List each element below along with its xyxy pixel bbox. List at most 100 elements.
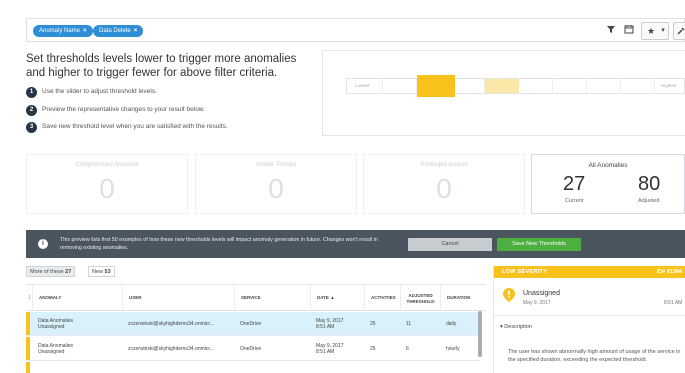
current-label: Current — [565, 198, 584, 204]
column-user[interactable]: USER — [122, 285, 234, 311]
severity-indicator — [26, 362, 30, 373]
card-value: 0 — [99, 173, 115, 204]
threshold-slider-handle[interactable] — [417, 75, 455, 97]
calendar-icon[interactable] — [621, 23, 637, 39]
tab-new[interactable]: New 53 — [88, 266, 115, 277]
close-icon[interactable]: × — [83, 28, 87, 34]
cell-threshold: 11 — [406, 320, 412, 327]
severity-label: LOW SEVERITY — [502, 269, 548, 275]
severity-indicator — [26, 337, 30, 360]
slider-segment — [451, 79, 485, 93]
cell-service: OneDrive — [240, 320, 262, 327]
slider-segment — [519, 79, 553, 93]
detail-header: LOW SEVERITY ID# 41984 — [494, 266, 685, 278]
tab-count: 27 — [65, 269, 72, 275]
close-icon[interactable]: × — [134, 28, 138, 34]
slider-segment — [621, 79, 655, 93]
cell-user: zczerwinski@skyhighdemo34.onmicr... — [128, 320, 214, 327]
step-number: 3 — [26, 121, 37, 133]
instruction-step-2: 2 Preview the representative changes to y… — [26, 104, 205, 116]
anomaly-id: ID# 41984 — [656, 269, 682, 275]
instruction-step-3: 3 Save new threshold level when you are s… — [26, 121, 228, 133]
cell-user: zczerwinski@skyhighdemo34.onmicr... — [128, 345, 214, 352]
detail-time: 8:51 AM — [664, 300, 683, 306]
threshold-preview-page: Anomaly Name × Data Delete × ★ ▾ Set thres… — [0, 0, 685, 373]
time-value: 8:51 AM — [316, 324, 335, 330]
table-header: ⋮ ANOMALY USER SERVICE DATE ▲ ACTIVITIES… — [26, 285, 486, 311]
banner-message: This preview lists first 50 examples of … — [60, 237, 378, 251]
favorites-dropdown[interactable]: ★ ▾ — [641, 22, 669, 40]
column-service[interactable]: SERVICE — [234, 285, 310, 311]
slider-segment — [553, 79, 587, 93]
cancel-button[interactable]: Cancel — [408, 238, 492, 251]
filter-icon[interactable] — [603, 23, 619, 39]
card-title: Compromised Accounts — [75, 162, 139, 168]
cell-duration: hourly — [446, 345, 460, 352]
chevron-down-icon: ▾ — [661, 27, 665, 34]
step-number: 2 — [26, 104, 37, 116]
card-all-anomalies[interactable]: All Anomalies 27 Current 80 Adjusted — [531, 154, 685, 214]
table-row[interactable]: Data Anomalies Unassigned zczerwinski@sk… — [26, 337, 480, 361]
adjusted-label: Adjusted — [638, 198, 660, 204]
column-date-label: DATE — [317, 295, 329, 300]
cell-threshold: 6 — [406, 345, 409, 352]
adjusted-count: 80 — [638, 173, 661, 195]
detail-date: May 9, 2017 — [523, 300, 551, 306]
description-text: The user has shown abnormally high amoun… — [508, 349, 681, 363]
cell-activities: 25 — [370, 345, 376, 352]
instruction-step-1: 1 Use the slider to adjust threshold leve… — [26, 86, 157, 98]
card-insider-threats[interactable]: Insider Threats 0 — [195, 154, 357, 214]
column-duration[interactable]: DURATION — [440, 285, 480, 311]
time-value: 8:51 AM — [316, 349, 335, 355]
wrench-icon — [677, 27, 685, 35]
cell-service: OneDrive — [240, 345, 262, 352]
anomaly-status: Unassigned — [38, 349, 65, 355]
current-threshold-marker — [485, 79, 519, 93]
card-title: Privileged Access — [420, 162, 468, 168]
slider-low-label: Lowest — [355, 83, 370, 88]
info-icon: i — [38, 239, 48, 249]
filter-bar: Anomaly Name × Data Delete × ★ ▾ — [26, 18, 685, 42]
instructions-heading: Set thresholds levels lower to trigger m… — [26, 53, 297, 79]
step-text: Save new threshold level when you are sa… — [42, 123, 228, 130]
filter-chip-data-delete[interactable]: Data Delete × — [93, 25, 144, 37]
cell-date: May 9, 2017 8:51 AM — [310, 337, 364, 361]
cell-date: May 9, 2017 8:51 AM — [310, 312, 364, 336]
column-anomaly[interactable]: ANOMALY — [32, 285, 122, 311]
tab-count: 53 — [104, 269, 111, 275]
anomaly-preview-table: ⋮ ANOMALY USER SERVICE DATE ▲ ACTIVITIES… — [26, 284, 486, 373]
tab-label: New — [92, 269, 104, 275]
description-label: Description — [504, 324, 532, 330]
cell-duration: daily — [446, 320, 457, 327]
warning-pin-icon — [503, 288, 515, 302]
current-count: 27 — [563, 173, 586, 195]
card-value: 0 — [268, 173, 284, 204]
card-privileged-access[interactable]: Privileged Access 0 — [363, 154, 525, 214]
step-number: 1 — [26, 86, 37, 98]
tab-more-of-these[interactable]: More of these 27 — [26, 266, 76, 277]
column-activities[interactable]: ACTIVITIES — [364, 285, 400, 311]
slider-segment — [587, 79, 621, 93]
column-date[interactable]: DATE ▲ — [310, 285, 364, 311]
filter-chip-label: Anomaly Name — [39, 28, 81, 34]
card-title: Insider Threats — [256, 162, 296, 168]
slider-high-label: Highest — [661, 83, 677, 88]
step-text: Preview the representative changes to yo… — [42, 106, 205, 113]
column-threshold-label: THRESHOLD — [406, 299, 435, 304]
caret-down-icon: ▾ — [500, 324, 503, 330]
save-thresholds-button[interactable]: Save New Thresholds — [497, 238, 581, 251]
table-scrollbar[interactable] — [478, 311, 482, 357]
table-row[interactable] — [26, 362, 480, 373]
table-row[interactable]: Data Anomalies Unassigned zczerwinski@sk… — [26, 312, 480, 336]
tab-label: More of these — [30, 269, 64, 275]
sort-icon: ▲ — [330, 295, 335, 300]
step-text: Use the slider to adjust threshold level… — [42, 88, 157, 95]
tools-button[interactable] — [673, 22, 685, 40]
severity-indicator — [26, 312, 30, 335]
card-title: All Anomalies — [588, 162, 628, 169]
column-adjusted-threshold[interactable]: ADJUSTED THRESHOLD — [400, 285, 440, 311]
filter-chip-anomaly-name[interactable]: Anomaly Name × — [33, 25, 93, 37]
description-toggle[interactable]: ▾ Description — [500, 324, 532, 330]
card-value: 0 — [436, 173, 452, 204]
card-compromised-accounts[interactable]: Compromised Accounts 0 — [26, 154, 188, 214]
